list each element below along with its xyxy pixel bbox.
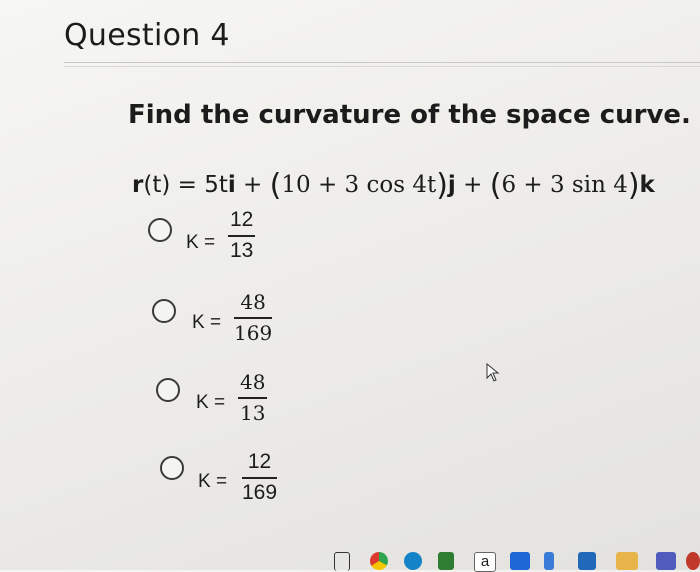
header-divider (64, 62, 700, 63)
formula-j-term: 10 + 3 cos 4t (281, 172, 437, 198)
store-icon[interactable] (438, 552, 454, 570)
formula-k-term: 6 + 3 sin 4 (501, 172, 628, 198)
teams-icon[interactable] (656, 552, 676, 570)
formula-j: j (447, 172, 456, 198)
arrow-icon[interactable] (544, 552, 554, 570)
edge-partial-icon[interactable] (686, 552, 700, 570)
curve-formula: r(t) = 5ti + (10 + 3 cos 4t)j + (6 + 3 s… (132, 168, 655, 203)
edge-icon[interactable] (404, 552, 422, 570)
option-3-numerator: 48 (240, 370, 266, 394)
radio-button-option-2[interactable] (152, 299, 176, 323)
option-3-fraction: 48 13 (238, 370, 268, 425)
option-2-label: K = (192, 312, 222, 333)
folder-icon[interactable] (616, 552, 638, 570)
word-a-icon[interactable]: a (474, 552, 496, 572)
option-4-numerator: 12 (247, 450, 272, 473)
option-1-label: K = (186, 232, 216, 253)
option-3-denominator: 13 (240, 400, 266, 425)
option-2-numerator: 48 (240, 290, 266, 314)
radio-button-option-4[interactable] (160, 456, 184, 480)
formula-plus-2: + (455, 172, 490, 198)
mouse-pointer-icon (486, 363, 500, 382)
question-prompt: Find the curvature of the space curve. (128, 100, 691, 130)
option-1-denominator: 13 (230, 238, 254, 262)
option-3-label: K = (196, 392, 226, 413)
option-2-fraction: 48 169 (234, 290, 273, 345)
answer-option-4[interactable]: K = 12 169 (152, 450, 322, 510)
radio-button-option-1[interactable] (148, 218, 172, 242)
formula-plus-1: + (235, 172, 270, 198)
formula-i: i (227, 172, 236, 198)
option-4-label: K = (198, 471, 228, 492)
file-explorer-icon[interactable] (334, 552, 350, 571)
formula-r: r (132, 172, 144, 198)
option-4-fraction: 12 169 (242, 450, 278, 505)
radio-button-option-3[interactable] (156, 378, 180, 402)
answer-option-2[interactable]: K = 48 169 (144, 290, 314, 350)
formula-k: k (639, 172, 655, 198)
answer-option-3[interactable]: K = 48 13 (148, 370, 308, 430)
option-1-numerator: 12 (230, 208, 254, 231)
answer-option-1[interactable]: K = 12 13 (140, 208, 300, 268)
taskbar-letter: a (480, 553, 490, 570)
header-divider-secondary (64, 66, 700, 67)
formula-lhs-arg: (t) = 5t (143, 172, 228, 198)
dropbox-icon[interactable] (510, 552, 530, 570)
question-title: Question 4 (64, 18, 230, 53)
taskbar: a (330, 548, 700, 572)
option-2-denominator: 169 (234, 320, 273, 345)
app-icon[interactable] (578, 552, 596, 570)
option-4-denominator: 169 (242, 480, 278, 504)
option-1-fraction: 12 13 (228, 208, 256, 263)
chrome-icon[interactable] (370, 552, 388, 570)
